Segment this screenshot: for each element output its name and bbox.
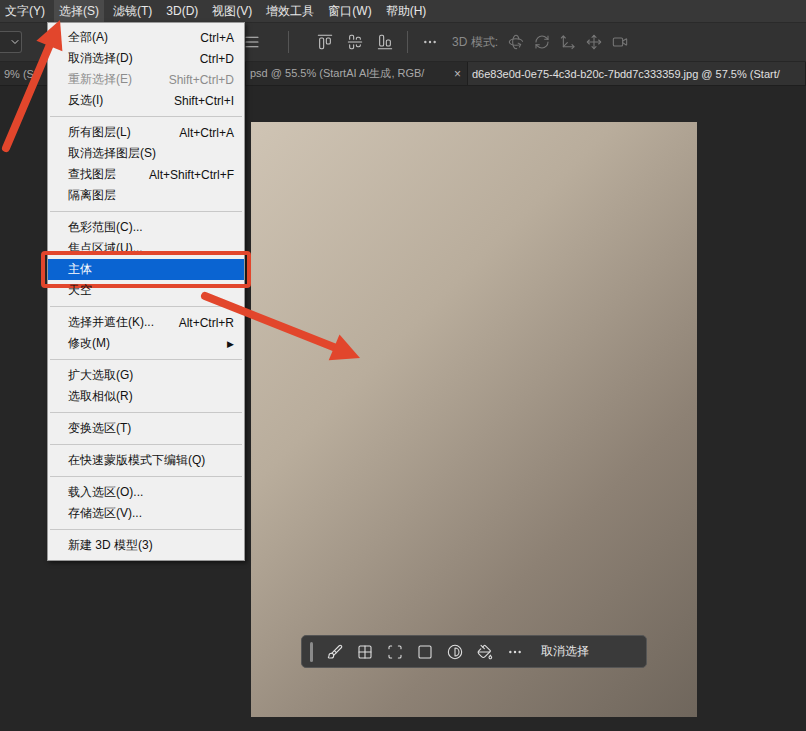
menu-item[interactable]: 存储选区(V)... <box>48 503 244 524</box>
drag-3d-icon[interactable] <box>560 34 576 50</box>
menu-item[interactable]: 全部(A)Ctrl+A <box>48 27 244 48</box>
menu-separator <box>50 211 242 212</box>
3d-mode-group: 3D 模式: <box>438 34 628 51</box>
menu-separator <box>50 359 242 360</box>
menu-item[interactable]: 新建 3D 模型(3) <box>48 535 244 556</box>
contextual-task-bar: 取消选择 <box>301 635 647 668</box>
menu-bar-item[interactable]: 文字(Y) <box>0 0 50 22</box>
menu-bar-item[interactable]: 视图(V) <box>207 0 257 22</box>
menu-shortcut: Alt+Ctrl+R <box>179 316 234 330</box>
menu-shortcut: Shift+Ctrl+D <box>169 73 234 87</box>
brush-icon[interactable] <box>327 644 343 660</box>
menu-bar-item[interactable]: 窗口(W) <box>323 0 376 22</box>
menu-item[interactable]: 查找图层Alt+Shift+Ctrl+F <box>48 164 244 185</box>
align-justify-icon[interactable] <box>244 34 260 50</box>
menu-shortcut: Alt+Ctrl+A <box>179 126 234 140</box>
align-top-icon[interactable] <box>317 34 333 50</box>
menu-item[interactable]: 变换选区(T) <box>48 418 244 439</box>
menu-item[interactable]: 载入选区(O)... <box>48 482 244 503</box>
arrow-to-subject-icon <box>205 296 360 360</box>
menu-bar-item[interactable]: 滤镜(T) <box>108 0 157 22</box>
invert-icon[interactable] <box>447 644 463 660</box>
menu-item[interactable]: 色彩范围(C)... <box>48 217 244 238</box>
menu-bar: 文字(Y)选择(S)滤镜(T)3D(D)视图(V)增效工具窗口(W)帮助(H) <box>0 0 806 22</box>
deselect-button[interactable]: 取消选择 <box>541 643 589 660</box>
menu-separator <box>50 412 242 413</box>
scan-icon[interactable] <box>387 644 403 660</box>
menu-item[interactable]: 所有图层(L)Alt+Ctrl+A <box>48 122 244 143</box>
menu-shortcut: Alt+Shift+Ctrl+F <box>149 168 234 182</box>
more-icon[interactable] <box>507 644 523 660</box>
divider <box>407 31 408 53</box>
menu-item[interactable]: 重新选择(E)Shift+Ctrl+D <box>48 69 244 90</box>
select-menu: 全部(A)Ctrl+A取消选择(D)Ctrl+D重新选择(E)Shift+Ctr… <box>47 22 245 561</box>
annotation-arrows <box>0 0 806 731</box>
align-middle-icon[interactable] <box>347 34 363 50</box>
submenu-arrow: ▶ <box>227 339 234 349</box>
slide-3d-icon[interactable] <box>586 34 602 50</box>
menu-item[interactable]: 修改(M)▶ <box>48 333 244 354</box>
menu-item[interactable]: 反选(I)Shift+Ctrl+I <box>48 90 244 111</box>
menu-separator <box>50 444 242 445</box>
align-bottom-icon[interactable] <box>377 34 393 50</box>
divider <box>288 31 289 53</box>
menu-shortcut: Ctrl+A <box>200 31 234 45</box>
menu-separator <box>50 306 242 307</box>
arrow-to-menu-icon <box>6 20 62 148</box>
menu-separator <box>50 529 242 530</box>
menu-item[interactable]: 取消选择(D)Ctrl+D <box>48 48 244 69</box>
menu-item[interactable]: 选择并遮住(K)...Alt+Ctrl+R <box>48 312 244 333</box>
grid-icon[interactable] <box>357 644 373 660</box>
menu-shortcut: Ctrl+D <box>200 52 234 66</box>
photoshop-window: 文字(Y)选择(S)滤镜(T)3D(D)视图(V)增效工具窗口(W)帮助(H)3… <box>0 0 806 731</box>
menu-bar-item[interactable]: 增效工具 <box>261 0 319 22</box>
menu-separator <box>50 116 242 117</box>
fill-icon[interactable] <box>477 644 493 660</box>
menu-item[interactable]: 焦点区域(U)... <box>48 238 244 259</box>
3d-mode-label: 3D 模式: <box>452 34 498 51</box>
menu-item[interactable]: 扩大选取(G) <box>48 365 244 386</box>
menu-item[interactable]: 选取相似(R) <box>48 386 244 407</box>
document-tab[interactable]: psd @ 55.5% (StartAI AI生成, RGB/× <box>246 62 468 85</box>
roll-3d-icon[interactable] <box>534 34 550 50</box>
tool-preset-dropdown[interactable] <box>0 31 22 53</box>
mask-icon[interactable] <box>417 644 433 660</box>
camera-icon[interactable] <box>612 34 628 50</box>
menu-bar-item[interactable]: 帮助(H) <box>381 0 432 22</box>
menu-item[interactable]: 隔离图层 <box>48 185 244 206</box>
menu-item[interactable]: 天空 <box>48 280 244 301</box>
rotate-3d-icon[interactable] <box>508 34 524 50</box>
document-tab[interactable]: d6e83e0d-0e75-4c3d-b20c-7bdd7c333359.jpg… <box>468 62 806 85</box>
more-icon[interactable] <box>422 34 438 50</box>
chevron-down-icon <box>9 36 21 48</box>
tab-close-button[interactable]: × <box>454 67 461 81</box>
drag-handle[interactable] <box>310 642 313 662</box>
menu-bar-item[interactable]: 3D(D) <box>161 0 203 22</box>
photo: 取消选择 <box>251 122 697 717</box>
menu-shortcut: Shift+Ctrl+I <box>174 94 234 108</box>
menu-item[interactable]: 在快速蒙版模式下编辑(Q) <box>48 450 244 471</box>
menu-bar-item[interactable]: 选择(S) <box>54 0 104 22</box>
menu-item[interactable]: 取消选择图层(S) <box>48 143 244 164</box>
menu-item[interactable]: 主体 <box>48 259 244 280</box>
menu-separator <box>50 476 242 477</box>
